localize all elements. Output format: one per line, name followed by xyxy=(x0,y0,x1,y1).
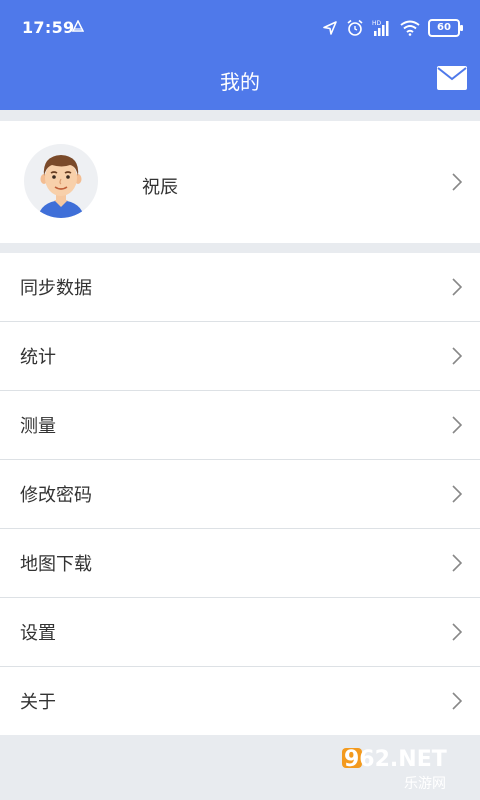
user-avatar-icon xyxy=(38,155,84,218)
profile-name: 祝辰 xyxy=(142,177,178,198)
battery-level: 60 xyxy=(437,22,451,33)
svg-text:HD: HD xyxy=(372,20,382,27)
mail-icon[interactable] xyxy=(436,65,468,91)
menu-item-label: 同步数据 xyxy=(20,278,92,299)
watermark-subtext: 乐游网 xyxy=(404,776,446,792)
menu-item-map-download[interactable]: 地图下载 xyxy=(0,529,480,598)
watermark-logo: 962.NET 乐游网 xyxy=(342,747,447,792)
menu-item-settings[interactable]: 设置 xyxy=(0,598,480,667)
chevron-right-icon xyxy=(452,347,462,365)
signal-icon: HD xyxy=(372,20,389,36)
chevron-right-icon xyxy=(452,554,462,572)
menu-item-about[interactable]: 关于 xyxy=(0,667,480,735)
page-title: 我的 xyxy=(220,70,260,94)
location-icon xyxy=(323,21,337,35)
battery-icon: 60 xyxy=(428,19,463,37)
chevron-right-icon xyxy=(452,416,462,434)
menu-item-sync-data[interactable]: 同步数据 xyxy=(0,253,480,322)
menu-item-change-password[interactable]: 修改密码 xyxy=(0,460,480,529)
chevron-right-icon xyxy=(452,278,462,296)
app-bar: 我的 xyxy=(0,58,480,110)
alert-icon xyxy=(72,20,84,32)
menu-item-label: 测量 xyxy=(20,416,56,437)
watermark-text: 962.NET xyxy=(344,747,447,772)
menu-item-label: 设置 xyxy=(20,623,56,644)
menu-item-statistics[interactable]: 统计 xyxy=(0,322,480,391)
wifi-icon xyxy=(400,20,420,36)
avatar xyxy=(24,144,98,218)
menu-item-label: 地图下载 xyxy=(20,554,92,575)
status-time: 17:59 xyxy=(22,18,75,37)
profile-card[interactable]: 祝辰 xyxy=(0,121,480,243)
chevron-right-icon xyxy=(452,173,462,191)
menu-item-label: 关于 xyxy=(20,692,56,713)
alarm-icon xyxy=(347,19,363,36)
status-bar: 17:59 HD 60 xyxy=(0,0,480,58)
menu-item-measure[interactable]: 测量 xyxy=(0,391,480,460)
chevron-right-icon xyxy=(452,692,462,710)
status-icons: HD 60 xyxy=(322,16,463,40)
menu-item-label: 修改密码 xyxy=(20,485,92,506)
chevron-right-icon xyxy=(452,623,462,641)
menu-item-label: 统计 xyxy=(20,347,56,368)
chevron-right-icon xyxy=(452,485,462,503)
menu-list: 同步数据 统计 测量 修改密码 地图下载 设置 关于 xyxy=(0,253,480,735)
